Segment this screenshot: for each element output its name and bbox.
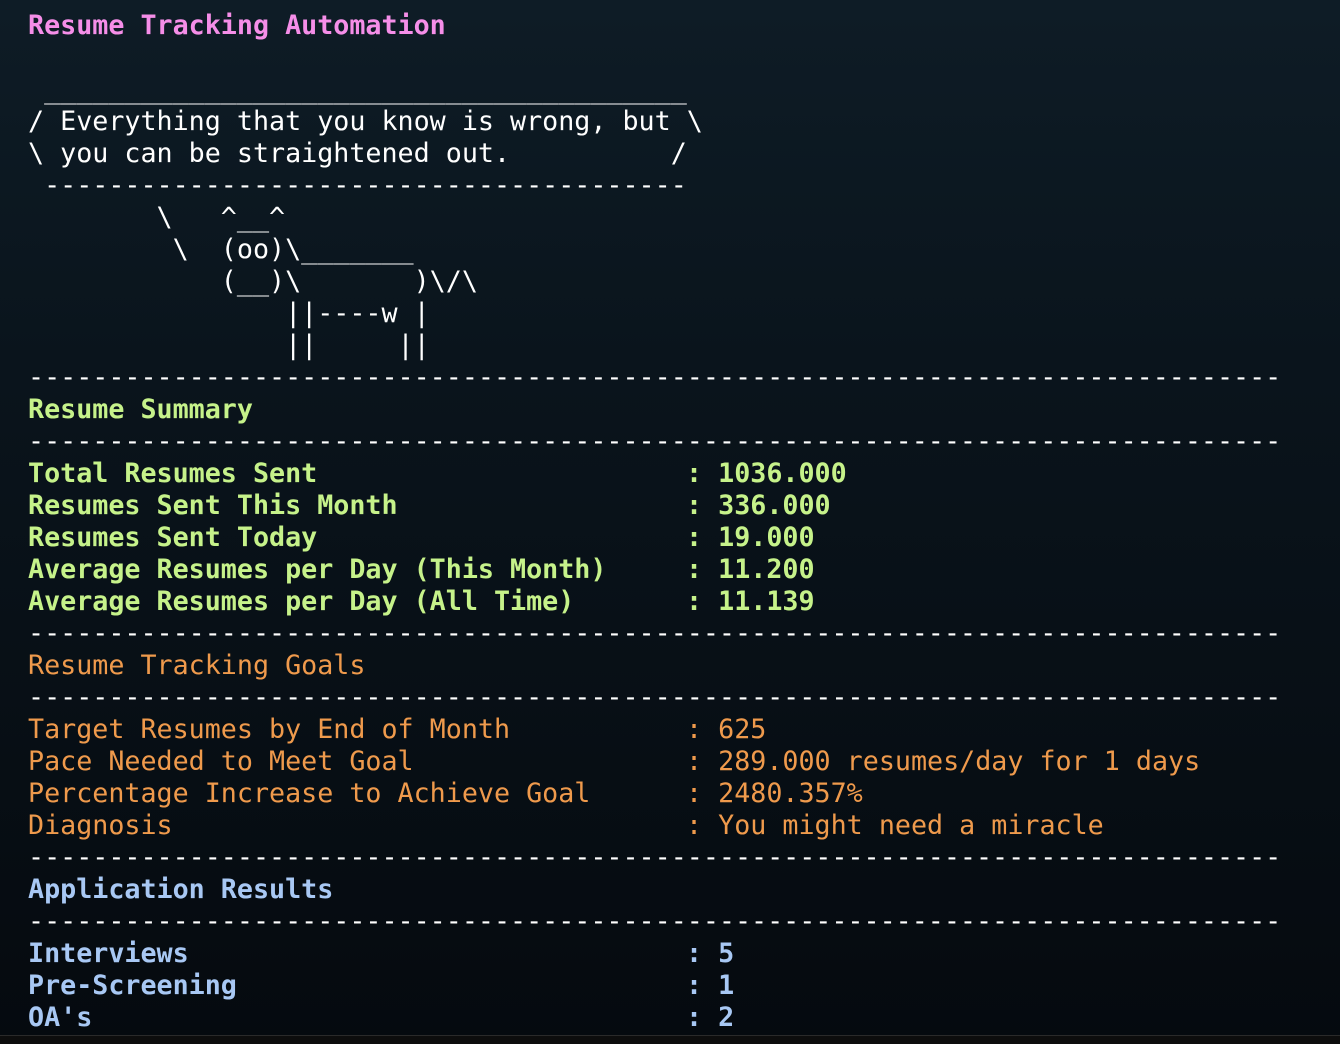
goals-row: Target Resumes by End of Month: 625 — [28, 714, 1340, 746]
results-row-value: 1 — [718, 970, 735, 1001]
colon: : — [686, 714, 719, 745]
separator-line: ----------------------------------------… — [28, 842, 1282, 873]
cowsay-line: \ ^__^ — [28, 202, 286, 233]
colon: : — [686, 810, 719, 841]
goals-row: Pace Needed to Meet Goal: 289.000 resume… — [28, 746, 1340, 778]
cowsay-line: ________________________________________ — [28, 74, 687, 105]
cowsay-line: / Everything that you know is wrong, but… — [28, 106, 703, 137]
separator-line: ----------------------------------------… — [28, 426, 1282, 457]
cowsay-line: \ (oo)\_______ — [28, 234, 414, 265]
colon: : — [686, 522, 719, 553]
summary-row: Average Resumes per Day (All Time): 11.1… — [28, 586, 1340, 618]
colon: : — [686, 1002, 719, 1033]
separator-line: ----------------------------------------… — [28, 618, 1282, 649]
goals-row-value: 289.000 resumes/day for 1 days — [718, 746, 1201, 777]
results-row-label: OA's — [28, 1002, 93, 1033]
colon: : — [686, 554, 719, 585]
summary-row: Resumes Sent Today: 19.000 — [28, 522, 1340, 554]
colon: : — [686, 938, 719, 969]
results-section: Interviews: 5 Pre-Screening: 1 OA's: 2 — [28, 938, 1340, 1034]
results-row-value: 5 — [718, 938, 735, 969]
separator-line: ----------------------------------------… — [28, 682, 1282, 713]
goals-row-value: 625 — [718, 714, 767, 745]
cowsay-line: ||----w | — [28, 298, 430, 329]
window-bottom-edge — [0, 1035, 1340, 1044]
summary-row-value: 11.139 — [718, 586, 815, 617]
summary-row-label: Resumes Sent Today — [28, 522, 318, 553]
summary-row: Average Resumes per Day (This Month): 11… — [28, 554, 1340, 586]
results-row-value: 2 — [718, 1002, 735, 1033]
cowsay-line: ---------------------------------------- — [28, 170, 687, 201]
summary-row-label: Resumes Sent This Month — [28, 490, 398, 521]
summary-section: Total Resumes Sent: 1036.000 Resumes Sen… — [28, 458, 1340, 618]
results-row-label: Interviews — [28, 938, 189, 969]
goals-section: Target Resumes by End of Month: 625 Pace… — [28, 714, 1340, 842]
page-title: Resume Tracking Automation — [28, 10, 446, 41]
goals-row-label: Pace Needed to Meet Goal — [28, 746, 414, 777]
separator-line: ----------------------------------------… — [28, 362, 1282, 393]
goals-row-label: Diagnosis — [28, 810, 173, 841]
goals-row-value: 2480.357% — [718, 778, 863, 809]
goals-row: Diagnosis: You might need a miracle — [28, 810, 1340, 842]
terminal-output: Resume Tracking Automation _____________… — [28, 10, 1340, 1034]
goals-row-label: Percentage Increase to Achieve Goal — [28, 778, 591, 809]
summary-row-value: 11.200 — [718, 554, 815, 585]
summary-row-label: Total Resumes Sent — [28, 458, 318, 489]
results-row: Interviews: 5 — [28, 938, 1340, 970]
summary-row-label: Average Resumes per Day (This Month) — [28, 554, 607, 585]
goals-heading: Resume Tracking Goals — [28, 650, 366, 681]
summary-row: Resumes Sent This Month: 336.000 — [28, 490, 1340, 522]
cowsay-line: || || — [28, 330, 430, 361]
results-row: OA's: 2 — [28, 1002, 1340, 1034]
goals-row: Percentage Increase to Achieve Goal: 248… — [28, 778, 1340, 810]
goals-row-label: Target Resumes by End of Month — [28, 714, 511, 745]
summary-row: Total Resumes Sent: 1036.000 — [28, 458, 1340, 490]
results-row-label: Pre-Screening — [28, 970, 237, 1001]
summary-row-value: 1036.000 — [718, 458, 847, 489]
cowsay-line: (__)\ )\/\ — [28, 266, 478, 297]
goals-row-value: You might need a miracle — [718, 810, 1104, 841]
summary-row-value: 336.000 — [718, 490, 831, 521]
cowsay-art: ________________________________________… — [28, 74, 1340, 362]
colon: : — [686, 778, 719, 809]
colon: : — [686, 458, 719, 489]
results-row: Pre-Screening: 1 — [28, 970, 1340, 1002]
colon: : — [686, 490, 719, 521]
summary-row-label: Average Resumes per Day (All Time) — [28, 586, 575, 617]
cowsay-line: \ you can be straightened out. / — [28, 138, 687, 169]
colon: : — [686, 970, 719, 1001]
summary-row-value: 19.000 — [718, 522, 815, 553]
separator-line: ----------------------------------------… — [28, 906, 1282, 937]
summary-heading: Resume Summary — [28, 394, 253, 425]
colon: : — [686, 746, 719, 777]
results-heading: Application Results — [28, 874, 334, 905]
colon: : — [686, 586, 719, 617]
